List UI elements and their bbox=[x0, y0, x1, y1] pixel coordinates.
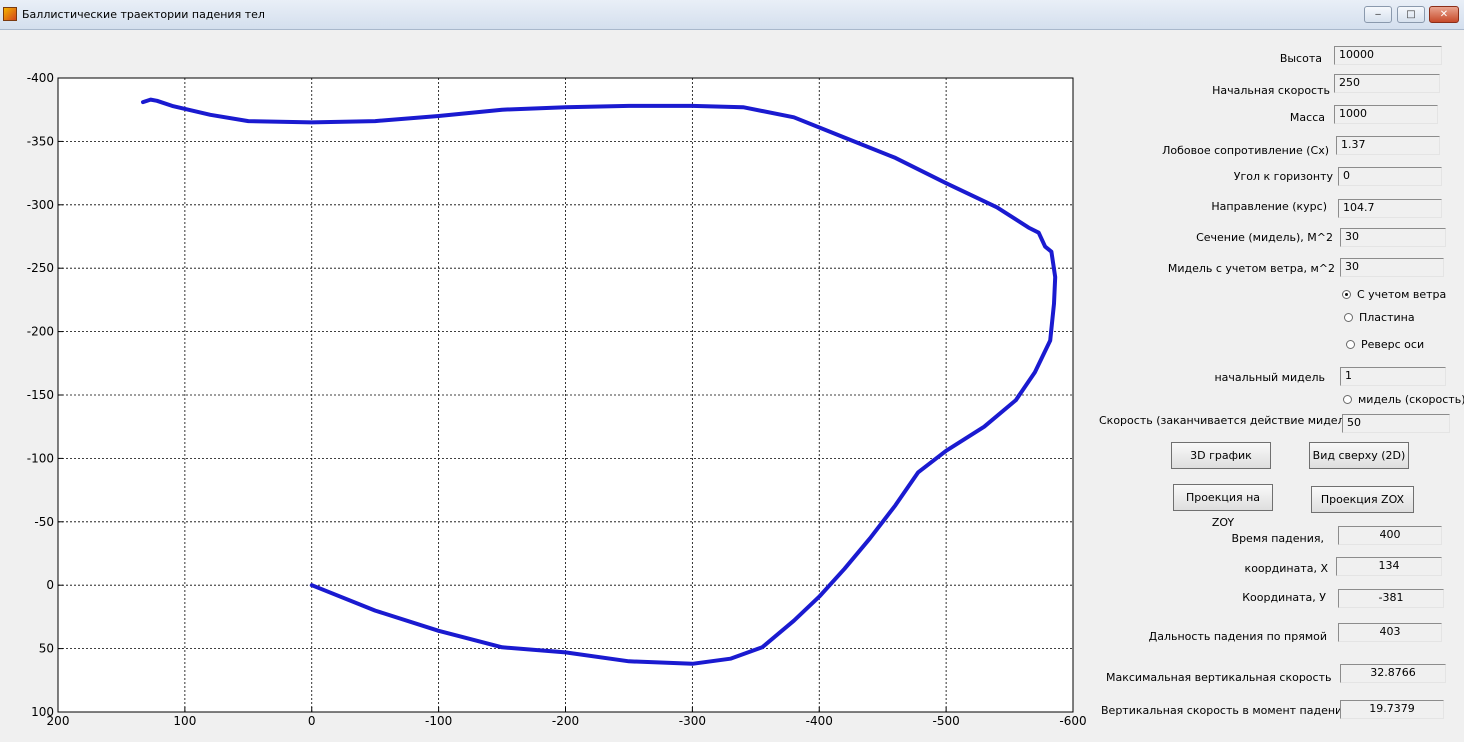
speed-label: Начальная скорость bbox=[1212, 84, 1330, 97]
x-tick-label: 0 bbox=[308, 714, 316, 728]
radio-reverse-axis[interactable]: Реверс оси bbox=[1346, 338, 1424, 351]
radio-empty-icon bbox=[1344, 313, 1353, 322]
x-tick-label: -300 bbox=[679, 714, 706, 728]
section-field[interactable]: 30 bbox=[1340, 228, 1446, 247]
x-coord-field: 134 bbox=[1336, 557, 1442, 576]
title-bar: Баллистические траектории падения тел ‒ … bbox=[0, 0, 1464, 30]
x-tick-label: -500 bbox=[933, 714, 960, 728]
x-tick-label: -400 bbox=[806, 714, 833, 728]
plot-3d-button[interactable]: 3D график bbox=[1171, 442, 1271, 469]
radio-plate[interactable]: Пластина bbox=[1344, 311, 1415, 324]
course-field[interactable]: 104.7 bbox=[1338, 199, 1442, 218]
max-vertical-speed-field: 32.8766 bbox=[1340, 664, 1446, 683]
x-coord-label: координата, Х bbox=[1244, 562, 1328, 575]
y-tick-label: 0 bbox=[46, 578, 54, 592]
height-label: Высота bbox=[1279, 52, 1322, 65]
radio-empty-icon bbox=[1343, 395, 1352, 404]
course-label: Направление (курс) bbox=[1211, 200, 1327, 213]
wind-section-field[interactable]: 30 bbox=[1340, 258, 1444, 277]
y-tick-label: -150 bbox=[27, 388, 54, 402]
y-tick-label: 100 bbox=[31, 705, 54, 719]
projection-zox-button[interactable]: Проекция ZOX bbox=[1311, 486, 1414, 513]
maximize-button[interactable]: □ bbox=[1397, 6, 1425, 23]
x-tick-label: -100 bbox=[425, 714, 452, 728]
mass-label: Масса bbox=[1289, 111, 1325, 124]
y-coord-field: -381 bbox=[1338, 589, 1444, 608]
x-tick-label: -600 bbox=[1059, 714, 1086, 728]
radio-empty-icon bbox=[1346, 340, 1355, 349]
speed-end-field[interactable]: 50 bbox=[1342, 414, 1450, 433]
window-title: Баллистические траектории падения тел bbox=[22, 8, 265, 21]
fall-time-label: Время падения, bbox=[1231, 532, 1324, 545]
mass-field[interactable]: 1000 bbox=[1334, 105, 1438, 124]
angle-field[interactable]: 0 bbox=[1338, 167, 1442, 186]
range-label: Дальность падения по прямой bbox=[1148, 630, 1327, 643]
y-tick-label: -200 bbox=[27, 325, 54, 339]
y-tick-label: -50 bbox=[34, 515, 54, 529]
top-view-button[interactable]: Вид сверху (2D) bbox=[1309, 442, 1409, 469]
drag-label: Лобовое сопротивление (Cx) bbox=[1162, 144, 1329, 157]
y-tick-label: -400 bbox=[27, 71, 54, 85]
y-tick-label: -300 bbox=[27, 198, 54, 212]
height-field[interactable]: 10000 bbox=[1334, 46, 1442, 65]
radio-wind[interactable]: С учетом ветра bbox=[1342, 288, 1446, 301]
radio-selected-icon bbox=[1342, 290, 1351, 299]
y-tick-label: -100 bbox=[27, 451, 54, 465]
y-tick-label: -350 bbox=[27, 134, 54, 148]
x-tick-label: -200 bbox=[552, 714, 579, 728]
projection-zoy-button[interactable]: Проекция на ZOY bbox=[1173, 484, 1273, 529]
impact-vertical-speed-label: Вертикальная скорость в момент падения bbox=[1101, 704, 1349, 717]
section-label: Сечение (мидель), М^2 bbox=[1196, 231, 1333, 244]
range-field: 403 bbox=[1338, 623, 1442, 642]
trajectory-plot: 200 100 0 -100 -200 -300 -400 -500 -600 -400-350… bbox=[27, 71, 1087, 728]
y-coord-label: Координата, У bbox=[1242, 591, 1326, 604]
initial-midel-field[interactable]: 1 bbox=[1340, 367, 1446, 386]
initial-midel-label: начальный мидель bbox=[1214, 371, 1325, 384]
minimize-button[interactable]: ‒ bbox=[1364, 6, 1392, 23]
y-tick-label: 50 bbox=[39, 642, 54, 656]
angle-label: Угол к горизонту bbox=[1233, 170, 1333, 183]
speed-end-label: Скорость (заканчивается действие миделя) bbox=[1099, 414, 1356, 427]
y-tick-label: -250 bbox=[27, 261, 54, 275]
x-tick-label: 100 bbox=[173, 714, 196, 728]
impact-vertical-speed-field: 19.7379 bbox=[1340, 700, 1444, 719]
close-button[interactable]: ✕ bbox=[1429, 6, 1459, 23]
speed-field[interactable]: 250 bbox=[1334, 74, 1440, 93]
fall-time-field: 400 bbox=[1338, 526, 1442, 545]
drag-field[interactable]: 1.37 bbox=[1336, 136, 1440, 155]
radio-midel-speed[interactable]: мидель (скорость) bbox=[1343, 393, 1464, 406]
wind-section-label: Мидель с учетом ветра, м^2 bbox=[1167, 262, 1335, 275]
max-vertical-speed-label: Максимальная вертикальная скорость bbox=[1106, 671, 1332, 684]
matlab-app-icon bbox=[3, 7, 17, 21]
